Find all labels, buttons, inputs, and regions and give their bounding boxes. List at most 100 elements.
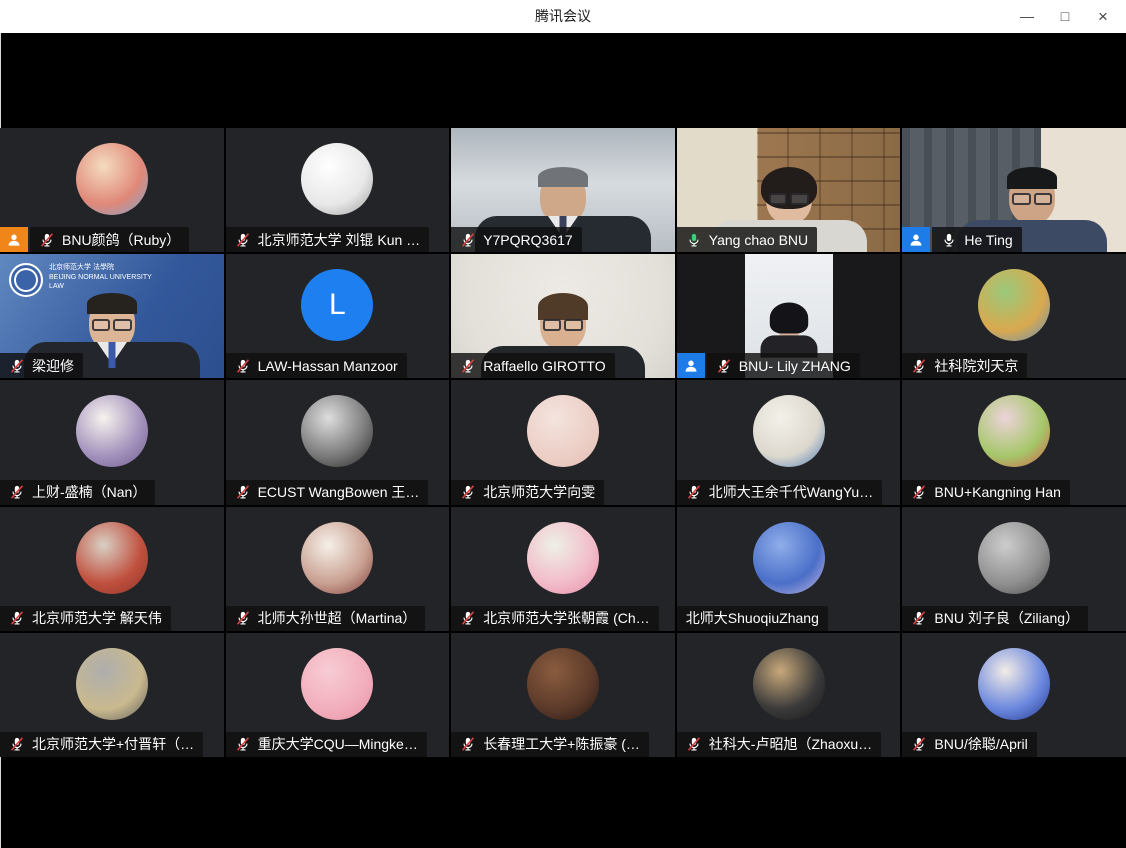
name-label: ECUST WangBowen 王… [226, 480, 429, 505]
avatar [76, 143, 148, 215]
mic-muted-icon [460, 484, 476, 500]
participant-tile[interactable]: 北京师范大学张朝霞 (Ch… [451, 507, 675, 631]
participant-name: 梁迎修 [32, 356, 74, 376]
name-label: 社科大-卢昭旭（Zhaoxu… [677, 732, 881, 757]
name-label: BNU+Kangning Han [902, 480, 1069, 505]
name-label: 梁迎修 [0, 353, 83, 378]
participant-tile[interactable]: 北京师范大学 解天伟 [0, 507, 224, 631]
name-label: 长春理工大学+陈振豪 (… [451, 732, 649, 757]
mic-on-icon [941, 232, 957, 248]
participant-name: 社科院刘天京 [934, 356, 1018, 376]
participant-tile[interactable]: BNU/徐聪/April [902, 633, 1126, 757]
name-label: LAW-Hassan Manzoor [226, 353, 407, 378]
participant-tile[interactable]: BNU+Kangning Han [902, 380, 1126, 504]
mic-muted-icon [9, 736, 25, 752]
mic-muted-icon [460, 232, 476, 248]
avatar [978, 522, 1050, 594]
name-label: BNU- Lily ZHANG [707, 353, 860, 378]
name-label: Yang chao BNU [677, 227, 817, 252]
name-label: 重庆大学CQU—Mingke… [226, 732, 427, 757]
avatar-letter: L [329, 288, 346, 322]
participant-tile[interactable]: 北京师范大学 刘锟 Kun … [226, 128, 450, 252]
avatar [76, 648, 148, 720]
name-label: Y7PQRQ3617 [451, 227, 582, 252]
mic-active-icon [686, 232, 702, 248]
name-label: 北京师范大学张朝霞 (Ch… [451, 606, 658, 631]
participant-grid: BNU颜鸽（Ruby） [0, 128, 1126, 757]
avatar [76, 395, 148, 467]
mic-muted-icon [911, 736, 927, 752]
name-label: Raffaello GIROTTO [451, 353, 614, 378]
participant-name: 社科大-卢昭旭（Zhaoxu… [709, 734, 872, 754]
participant-name: 北师大ShuoqiuZhang [686, 608, 819, 628]
mic-muted-icon [9, 358, 25, 374]
participant-tile[interactable]: ECUST WangBowen 王… [226, 380, 450, 504]
participant-name: 北师大王余千代WangYu… [709, 482, 873, 502]
maximize-button[interactable]: □ [1046, 0, 1084, 33]
role-badge [0, 227, 28, 252]
person-badge-icon [6, 232, 22, 248]
participant-tile[interactable]: 重庆大学CQU—Mingke… [226, 633, 450, 757]
participant-tile[interactable]: 北师大孙世超（Martina） [226, 507, 450, 631]
participant-name: 上财-盛楠（Nan） [32, 482, 146, 502]
glasses-icon [543, 319, 583, 331]
person-badge-icon [683, 358, 699, 374]
name-label: 北京师范大学向雯 [451, 480, 604, 505]
participant-tile[interactable]: Raffaello GIROTTO [451, 254, 675, 378]
meeting-stage: BNU颜鸽（Ruby） [0, 33, 1126, 848]
close-button[interactable]: × [1084, 0, 1122, 33]
participant-name: 北京师范大学+付晋轩（… [32, 734, 194, 754]
participant-tile[interactable]: 北师大王余千代WangYu… [677, 380, 901, 504]
participant-tile[interactable]: 北京师范大学+付晋轩（… [0, 633, 224, 757]
name-label: 北京师范大学 解天伟 [0, 606, 171, 631]
participant-name: Raffaello GIROTTO [483, 358, 605, 374]
avatar [301, 522, 373, 594]
mic-muted-icon [39, 232, 55, 248]
avatar [527, 395, 599, 467]
participant-tile[interactable]: L [226, 254, 450, 378]
name-label: 北师大ShuoqiuZhang [677, 606, 828, 631]
mic-muted-icon [9, 610, 25, 626]
participant-tile[interactable]: 北京师范大学 法學院 BEIJING NORMAL UNIVERSITY LAW [0, 254, 224, 378]
avatar [301, 143, 373, 215]
avatar: L [301, 269, 373, 341]
meeting-window: 腾讯会议 — □ × [0, 0, 1126, 848]
participant-name: He Ting [964, 232, 1012, 248]
mic-muted-icon [235, 232, 251, 248]
avatar [978, 648, 1050, 720]
participant-tile[interactable]: BNU 刘子良（Ziliang） [902, 507, 1126, 631]
participant-tile[interactable]: He Ting [902, 128, 1126, 252]
participant-tile[interactable]: 长春理工大学+陈振豪 (… [451, 633, 675, 757]
name-label: 北京师范大学+付晋轩（… [0, 732, 203, 757]
participant-tile[interactable]: BNU颜鸽（Ruby） [0, 128, 224, 252]
mic-muted-icon [235, 358, 251, 374]
mic-muted-icon [911, 610, 927, 626]
participant-name: LAW-Hassan Manzoor [258, 358, 398, 374]
participant-tile[interactable]: 社科大-卢昭旭（Zhaoxu… [677, 633, 901, 757]
participant-tile[interactable]: 社科院刘天京 [902, 254, 1126, 378]
virtual-bg-logo: 北京师范大学 法學院 BEIJING NORMAL UNIVERSITY LAW [9, 263, 179, 297]
avatar [978, 395, 1050, 467]
participant-name: 北京师范大学向雯 [483, 482, 595, 502]
avatar [301, 648, 373, 720]
person-video-silhouette [736, 305, 841, 358]
participant-tile[interactable]: 北师大ShuoqiuZhang [677, 507, 901, 631]
mic-muted-icon [235, 484, 251, 500]
minimize-button[interactable]: — [1008, 0, 1046, 33]
participant-name: 北京师范大学 刘锟 Kun … [258, 230, 421, 250]
participant-tile[interactable]: Yang chao BNU [677, 128, 901, 252]
participant-name: BNU+Kangning Han [934, 484, 1060, 500]
mic-muted-icon [460, 736, 476, 752]
name-label: 社科院刘天京 [902, 353, 1027, 378]
participant-tile[interactable]: 上财-盛楠（Nan） [0, 380, 224, 504]
virtual-bg-text: 北京师范大学 法學院 BEIJING NORMAL UNIVERSITY LAW [49, 263, 152, 291]
name-label: He Ting [932, 227, 1021, 252]
participant-tile[interactable]: BNU- Lily ZHANG [677, 254, 901, 378]
name-label: BNU颜鸽（Ruby） [30, 227, 189, 252]
participant-tile[interactable]: Y7PQRQ3617 [451, 128, 675, 252]
participant-tile[interactable]: 北京师范大学向雯 [451, 380, 675, 504]
avatar [753, 395, 825, 467]
mic-muted-icon [460, 358, 476, 374]
name-label: 上财-盛楠（Nan） [0, 480, 155, 505]
mic-muted-icon [235, 736, 251, 752]
